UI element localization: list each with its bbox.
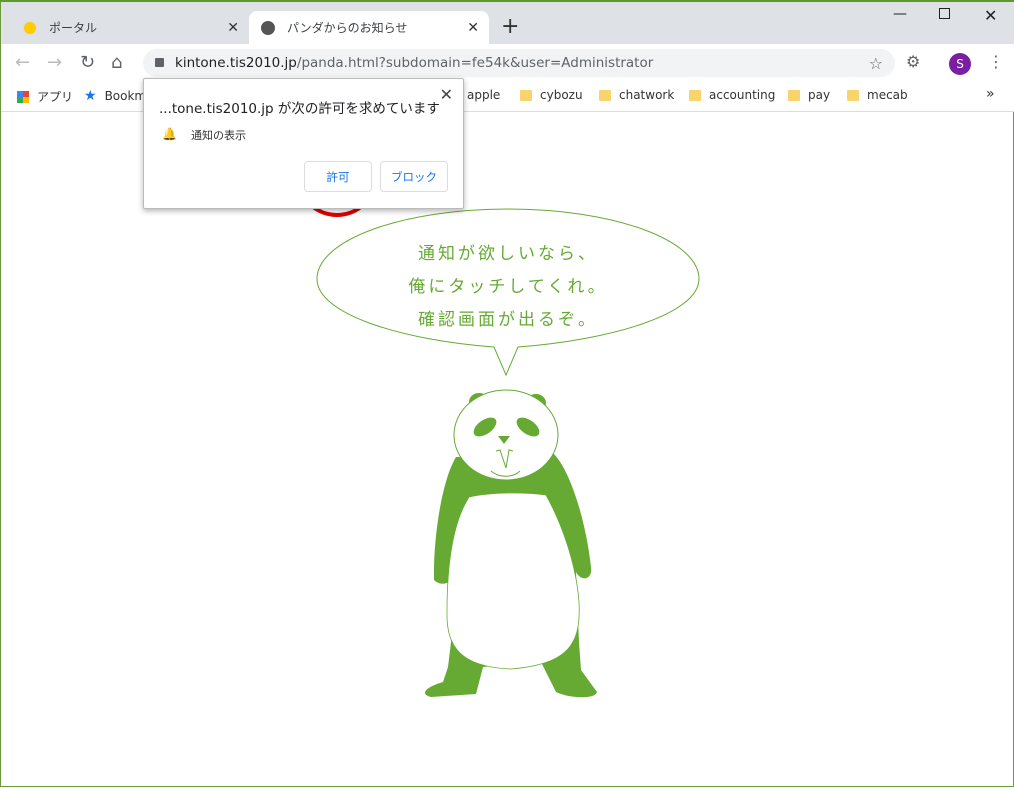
speech-line: 通知が欲しいなら、 bbox=[418, 244, 598, 264]
popup-title: ...tone.tis2010.jp が次の許可を求めています bbox=[159, 101, 440, 117]
permission-label: 通知の表示 bbox=[190, 129, 246, 142]
block-button[interactable]: ブロック bbox=[380, 161, 448, 192]
close-icon[interactable]: ✕ bbox=[440, 85, 453, 104]
speech-line: 俺にタッチしてくれ。 bbox=[408, 277, 608, 297]
permission-popup: ...tone.tis2010.jp が次の許可を求めています ✕ 🔔 通知の表示… bbox=[143, 78, 464, 209]
allow-button[interactable]: 許可 bbox=[304, 161, 372, 192]
bell-icon: 🔔 bbox=[162, 127, 177, 141]
speech-text[interactable]: 通知が欲しいなら、 俺にタッチしてくれ。 確認画面が出るぞ。 bbox=[317, 238, 699, 337]
permission-item: 🔔 通知の表示 bbox=[162, 127, 246, 143]
speech-line: 確認画面が出るぞ。 bbox=[418, 310, 598, 330]
